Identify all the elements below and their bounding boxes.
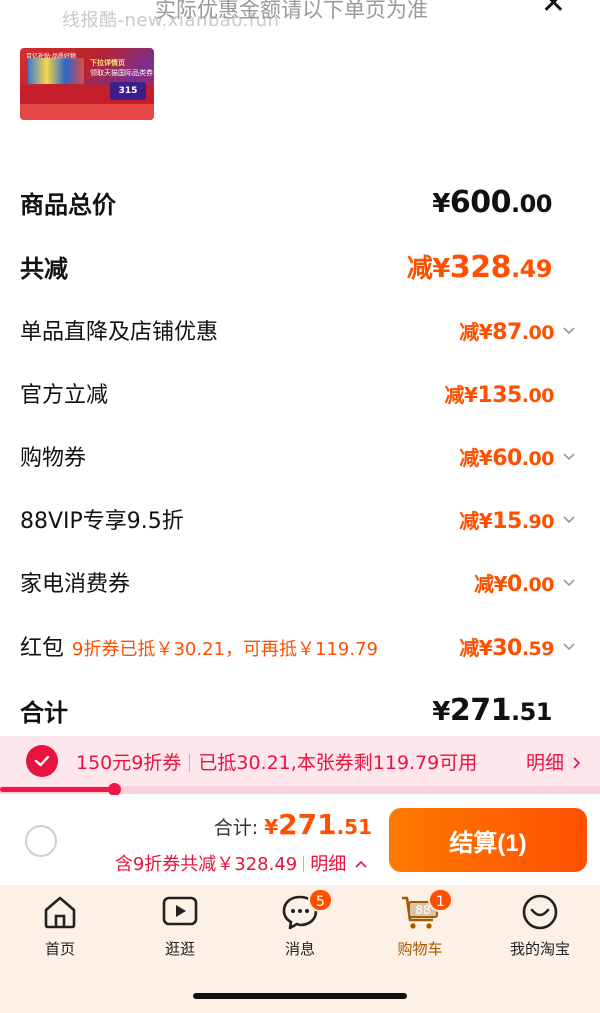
- discount-amount: 减¥60.00: [459, 445, 554, 471]
- discount-row-store[interactable]: 单品直降及店铺优惠 减¥87.00: [20, 310, 580, 350]
- chevron-down-icon[interactable]: [562, 323, 580, 337]
- tab-browse[interactable]: 逛逛: [135, 892, 225, 962]
- tab-label: 我的淘宝: [509, 940, 570, 958]
- chevron-right-icon: [573, 757, 581, 769]
- checkout-button[interactable]: 结算(1): [389, 808, 587, 872]
- footer-total-label: 合计:: [213, 817, 259, 839]
- subtotal-row: 商品总价 ¥600.00: [20, 182, 580, 222]
- chevron-down-icon[interactable]: [562, 639, 580, 653]
- subtotal-amount: ¥600.00: [432, 184, 552, 220]
- close-icon[interactable]: ✕: [541, 0, 566, 21]
- discount-label: 红包: [20, 636, 65, 661]
- tab-my-taobao[interactable]: 我的淘宝: [495, 892, 585, 962]
- chevron-down-icon[interactable]: [562, 512, 580, 526]
- discount-label: 官方立减: [20, 383, 109, 408]
- coupon-status: 已抵30.21,本张券剩119.79可用: [198, 752, 478, 774]
- thumb-caption: 领取天猫国际品类券: [90, 69, 153, 77]
- price-disclaimer: 实际优惠金额请以下单页为准: [155, 0, 428, 22]
- tab-cart[interactable]: 88 1 购物车: [375, 888, 465, 962]
- total-reduction-label: 共减: [20, 254, 68, 283]
- discount-amount: 减¥0.00: [474, 571, 554, 597]
- message-count-badge: 5: [308, 888, 333, 912]
- tab-label: 购物车: [397, 940, 443, 958]
- discount-row-red-packet[interactable]: 红包 9折券已抵￥30.21，可再抵￥119.79 减¥30.59: [20, 626, 580, 666]
- discount-row-official: 官方立减 减¥135.00: [20, 373, 580, 413]
- tab-label: 消息: [284, 940, 315, 958]
- coupon-info: 150元9折券 已抵30.21,本张券剩119.79可用: [76, 748, 477, 775]
- discount-amount: 减¥87.00: [459, 319, 554, 345]
- check-icon: [34, 755, 50, 767]
- discount-label: 88VIP专享9.5折: [20, 509, 184, 534]
- top-bar: 线报酷-new.xianbao.fun 实际优惠金额请以下单页为准 ✕: [0, 0, 600, 40]
- chevron-up-icon: [355, 860, 367, 868]
- chevron-down-icon[interactable]: [562, 449, 580, 463]
- thumb-caption: 百亿补贴·品质好物: [26, 53, 76, 60]
- product-image: [28, 58, 84, 84]
- cart-icon: 88 1: [400, 888, 453, 932]
- discount-amount: 减¥135.00: [444, 382, 554, 408]
- total-reduction-amount: 减¥328.49: [406, 249, 553, 285]
- chat-bubble-icon: 5: [280, 888, 333, 932]
- cart-count-badge: 1: [428, 888, 453, 912]
- coupon-progress-fill: [0, 787, 114, 792]
- grand-total-amount: ¥271.51: [432, 692, 552, 728]
- subtotal-label: 商品总价: [20, 190, 116, 219]
- discount-label: 购物券: [20, 446, 87, 471]
- smile-face-icon: [520, 892, 560, 932]
- thumb-caption: 下拉详情页: [90, 59, 125, 67]
- footer-detail-link[interactable]: 明细: [310, 854, 346, 875]
- coupon-checkbox[interactable]: [26, 745, 58, 777]
- discount-amount: 减¥15.90: [459, 508, 554, 534]
- discount-row-88vip[interactable]: 88VIP专享9.5折 减¥15.90: [20, 499, 580, 539]
- discount-label: 家电消费券: [20, 572, 131, 597]
- home-icon: [40, 892, 80, 932]
- discount-row-shopping-coupon[interactable]: 购物券 减¥60.00: [20, 436, 580, 476]
- coupon-detail-link[interactable]: 明细: [526, 748, 582, 775]
- discount-label: 单品直降及店铺优惠: [20, 320, 219, 345]
- thumb-badge: 315: [110, 82, 146, 100]
- divider: [303, 856, 305, 872]
- tab-label: 首页: [44, 940, 75, 958]
- footer-saving[interactable]: 含9折券共减￥328.49 明细: [115, 850, 368, 876]
- video-play-icon: [160, 892, 200, 932]
- select-all-checkbox[interactable]: [25, 825, 57, 857]
- divider: [189, 754, 191, 772]
- saving-text: 含9折券共减￥328.49: [114, 854, 298, 875]
- tab-messages[interactable]: 5 消息: [255, 888, 345, 962]
- footer-total-amount: ¥271.51: [264, 808, 372, 841]
- grand-total-label: 合计: [20, 698, 68, 727]
- thumb-band: [20, 104, 154, 120]
- coupon-name: 150元9折券: [76, 752, 182, 774]
- home-indicator: [193, 993, 407, 999]
- discount-row-appliance-voucher[interactable]: 家电消费券 减¥0.00: [20, 562, 580, 602]
- tab-home[interactable]: 首页: [15, 892, 105, 962]
- tab-label: 逛逛: [164, 940, 195, 958]
- chevron-down-icon[interactable]: [562, 575, 580, 589]
- product-thumbnail[interactable]: 百亿补贴·品质好物 下拉详情页 领取天猫国际品类券 315: [20, 48, 154, 120]
- red-packet-note: 9折券已抵￥30.21，可再抵￥119.79: [72, 639, 378, 660]
- discount-amount: 减¥30.59: [459, 635, 554, 661]
- grand-total-row: 合计 ¥271.51: [20, 690, 580, 730]
- footer-total: 合计: ¥271.51: [214, 808, 372, 841]
- total-reduction-row: 共减 减¥328.49: [20, 246, 580, 286]
